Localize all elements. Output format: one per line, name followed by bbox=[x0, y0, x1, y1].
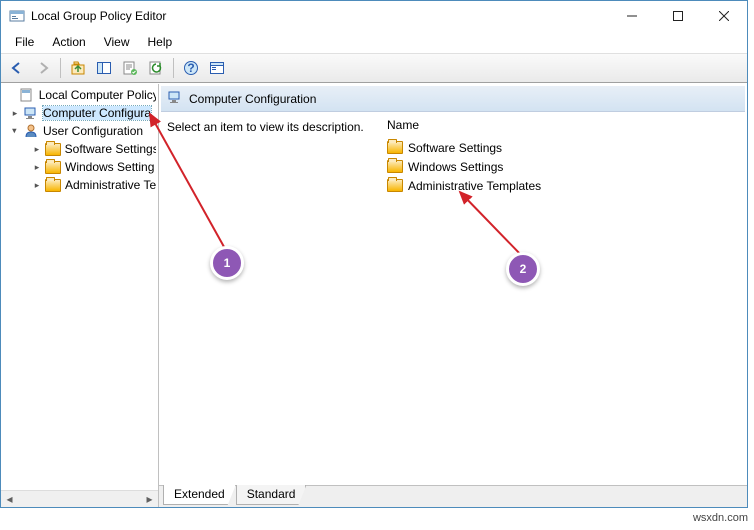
tree-label: Local Computer Policy bbox=[39, 88, 156, 102]
tree-admin-templates[interactable]: ▸ Administrative Te bbox=[1, 176, 158, 194]
help-button[interactable]: ? bbox=[179, 56, 203, 80]
folder-icon bbox=[45, 141, 61, 157]
description-text: Select an item to view its description. bbox=[167, 120, 367, 134]
collapse-icon[interactable]: ▸ bbox=[31, 161, 43, 173]
menu-help[interactable]: Help bbox=[140, 33, 181, 51]
list-item[interactable]: Windows Settings bbox=[387, 157, 739, 176]
tree-user-config[interactable]: ▸ User Configuration bbox=[1, 122, 158, 140]
separator-icon bbox=[60, 58, 61, 78]
item-list[interactable]: Name Software Settings Windows Settings … bbox=[387, 118, 739, 479]
show-hide-tree-button[interactable] bbox=[92, 56, 116, 80]
window-title: Local Group Policy Editor bbox=[31, 9, 609, 23]
tab-standard[interactable]: Standard bbox=[236, 485, 307, 505]
refresh-button[interactable] bbox=[144, 56, 168, 80]
details-header: Computer Configuration bbox=[161, 86, 745, 112]
menu-view[interactable]: View bbox=[96, 33, 138, 51]
back-button[interactable] bbox=[5, 56, 29, 80]
collapse-icon[interactable]: ▸ bbox=[9, 107, 21, 119]
filter-button[interactable] bbox=[205, 56, 229, 80]
tree-software-settings[interactable]: ▸ Software Settings bbox=[1, 140, 158, 158]
tree-root[interactable]: Local Computer Policy bbox=[1, 86, 158, 104]
folder-icon bbox=[387, 140, 403, 156]
policy-icon bbox=[19, 87, 35, 103]
tree-label: Software Settings bbox=[65, 142, 156, 156]
watermark: wsxdn.com bbox=[693, 512, 748, 524]
tree-pane[interactable]: Local Computer Policy ▸ Computer Configu… bbox=[1, 84, 159, 507]
tree-computer-config[interactable]: ▸ Computer Configura bbox=[1, 104, 158, 122]
computer-icon bbox=[23, 105, 39, 121]
minimize-button[interactable] bbox=[609, 1, 655, 31]
details-title: Computer Configuration bbox=[189, 92, 316, 106]
tree-label: Windows Setting bbox=[65, 160, 154, 174]
svg-text:?: ? bbox=[187, 61, 194, 75]
details-pane: Computer Configuration Select an item to… bbox=[159, 84, 747, 507]
tree-label: Administrative Te bbox=[65, 178, 156, 192]
maximize-button[interactable] bbox=[655, 1, 701, 31]
collapse-icon[interactable]: ▸ bbox=[31, 143, 43, 155]
menu-bar: File Action View Help bbox=[1, 31, 747, 53]
forward-button[interactable] bbox=[31, 56, 55, 80]
view-tabs: Extended Standard bbox=[159, 485, 747, 507]
scroll-right-icon[interactable]: ▸ bbox=[141, 491, 158, 508]
expand-icon[interactable]: ▸ bbox=[9, 125, 21, 137]
column-header-name[interactable]: Name bbox=[387, 118, 739, 132]
properties-button[interactable] bbox=[118, 56, 142, 80]
folder-icon bbox=[45, 159, 61, 175]
list-item-label: Software Settings bbox=[408, 141, 502, 155]
menu-action[interactable]: Action bbox=[44, 33, 93, 51]
menu-file[interactable]: File bbox=[7, 33, 42, 51]
close-button[interactable] bbox=[701, 1, 747, 31]
horizontal-scrollbar[interactable]: ◂ ▸ bbox=[1, 490, 158, 507]
folder-icon bbox=[387, 178, 403, 194]
collapse-icon[interactable]: ▸ bbox=[31, 179, 43, 191]
folder-icon bbox=[387, 159, 403, 175]
tree-windows-settings[interactable]: ▸ Windows Setting bbox=[1, 158, 158, 176]
computer-icon bbox=[167, 89, 183, 108]
list-item[interactable]: Software Settings bbox=[387, 138, 739, 157]
list-item-label: Administrative Templates bbox=[408, 179, 541, 193]
tree-label: Computer Configura bbox=[43, 106, 151, 120]
user-icon bbox=[23, 123, 39, 139]
app-icon bbox=[9, 8, 25, 24]
up-button[interactable] bbox=[66, 56, 90, 80]
folder-icon bbox=[45, 177, 61, 193]
list-item[interactable]: Administrative Templates bbox=[387, 176, 739, 195]
expander-icon bbox=[5, 89, 17, 101]
tree-label: User Configuration bbox=[43, 124, 143, 138]
tab-extended[interactable]: Extended bbox=[163, 485, 236, 505]
separator-icon bbox=[173, 58, 174, 78]
scroll-left-icon[interactable]: ◂ bbox=[1, 491, 18, 508]
toolbar: ? bbox=[1, 53, 747, 83]
list-item-label: Windows Settings bbox=[408, 160, 503, 174]
